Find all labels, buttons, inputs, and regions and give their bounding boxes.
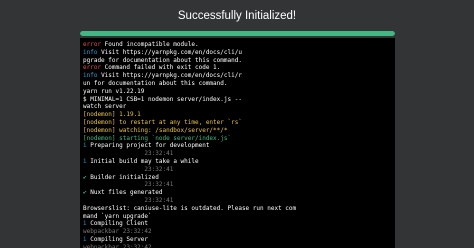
page-title: Successfully Initialized! [177,10,297,22]
terminal-line: i Preparing project for development [83,142,392,150]
terminal-line: info Visit https://yarnpkg.com/en/docs/c… [83,49,392,57]
terminal-line: i Initial build may take a while [83,158,392,166]
terminal-text: [nodemon] to restart at any time, enter … [83,118,242,126]
terminal-text: Nuxt files generated [86,189,163,197]
terminal-text: Found incompatible module. [101,41,199,48]
terminal-text: Compiling Client [86,220,149,228]
terminal-text: info [83,72,98,80]
terminal-text: webpackbar 23:32:42 [83,243,152,248]
terminal-text: Visit https://yarnpkg.com/en/docs/cli/r [97,72,242,80]
terminal-text: pgrade for documentation about this comm… [83,56,242,64]
terminal-text: Builder initialized [86,173,159,181]
terminal-line: error Command failed with exit code 1. [83,64,392,72]
terminal-text: error [83,64,102,72]
terminal-line: i Compiling Server [83,236,392,244]
terminal-text: 23:32:41 [83,196,174,204]
terminal-line: [nodemon] to restart at any time, enter … [83,119,392,127]
progress-fill [80,31,395,36]
terminal-text: webpackbar 23:32:42 [83,228,152,236]
terminal-line: 23:32:41 [83,166,392,174]
terminal-line: ✔ Nuxt files generated [83,189,392,197]
terminal-text: Browserslist: caniuse-lite is outdated. … [83,204,297,212]
terminal-text: [nodemon] watching: /sandbox/server/**/* [83,126,228,134]
terminal-text: Initial build may take a while [86,157,199,165]
terminal-text: [nodemon] starting `node server/index.js… [83,134,232,142]
terminal-line: [nodemon] starting `node server/index.js… [83,135,392,143]
terminal-text: watch server [83,103,127,111]
terminal-text: 23:32:41 [83,150,174,158]
terminal-line: mand `yarn upgrade` [83,213,392,221]
terminal-line: info Visit https://yarnpkg.com/en/docs/c… [83,72,392,80]
progress-bar [80,31,395,36]
terminal-text: mand `yarn upgrade` [83,212,152,220]
terminal-line: Browserslist: caniuse-lite is outdated. … [83,205,392,213]
terminal-line: ✔ Builder initialized [83,174,392,182]
terminal-text: Preparing project for development [86,142,210,150]
terminal-text: Compiling Server [86,235,149,243]
terminal-line: [nodemon] watching: /sandbox/server/**/* [83,127,392,135]
terminal-output[interactable]: error Found incompatible module. info Vis… [80,38,395,248]
terminal-line: watch server [83,103,392,111]
terminal-text: $ MINIMAL=1 CSB=1 nodemon server/index.j… [83,95,242,103]
terminal-text: 23:32:41 [83,165,174,173]
terminal-line: pgrade for documentation about this comm… [83,57,392,65]
terminal-lines: error Found incompatible module. info Vis… [80,38,395,248]
terminal-text: [nodemon] 1.19.1 [83,111,141,119]
terminal-line: 23:32:41 [83,150,392,158]
terminal-line: 23:32:41 [83,181,392,189]
terminal-text: un for documentation about this command. [83,79,228,87]
terminal-text: info [83,48,98,56]
terminal-line: 23:32:41 [83,197,392,205]
terminal-line: $ MINIMAL=1 CSB=1 nodemon server/index.j… [83,96,392,104]
terminal-line: un for documentation about this command. [83,80,392,88]
terminal-text: yarn run v1.22.19 [83,87,145,95]
terminal-line: webpackbar 23:32:42 [83,244,392,248]
terminal-line: error Found incompatible module. [83,41,392,49]
terminal-text: 23:32:41 [83,181,174,189]
terminal-text: error [83,41,102,48]
terminal-line: i Compiling Client [83,220,392,228]
terminal-text: Command failed with exit code 1. [101,64,221,72]
terminal-line: webpackbar 23:32:42 [83,228,392,236]
terminal-line: [nodemon] 1.19.1 [83,111,392,119]
terminal-line: yarn run v1.22.19 [83,88,392,96]
terminal-text: Visit https://yarnpkg.com/en/docs/cli/u [97,48,242,56]
